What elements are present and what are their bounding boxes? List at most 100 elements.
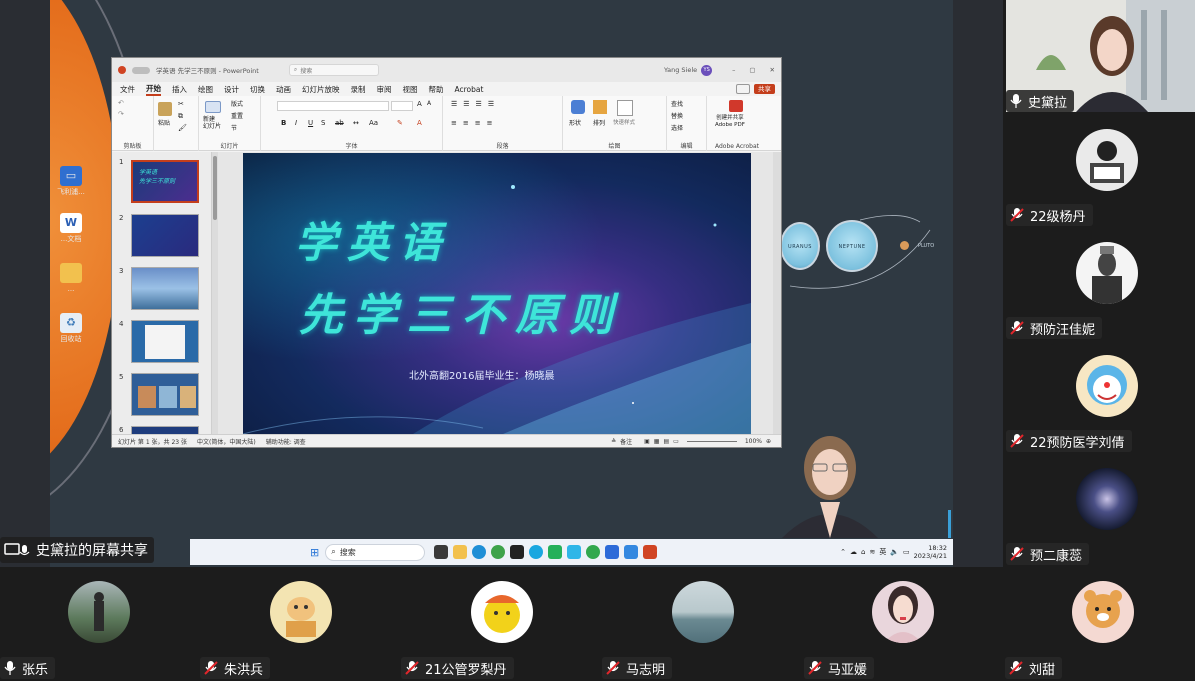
menu-help[interactable]: 帮助 [429,84,444,95]
find-button[interactable]: 查找 [671,99,683,108]
menu-transitions[interactable]: 切换 [250,84,265,95]
menu-record[interactable]: 录制 [351,84,366,95]
adobe-pdf-icon[interactable] [729,100,743,112]
participant-tile[interactable]: 预二康蕊 [1006,453,1195,565]
font-name-dropdown[interactable] [277,101,389,111]
quick-styles-icon[interactable] [617,100,633,116]
menu-animations[interactable]: 动画 [276,84,291,95]
edge-icon[interactable] [471,545,486,559]
zoom-slider[interactable] [686,440,737,442]
font-color-icon[interactable]: A [417,119,422,127]
battery-icon[interactable]: ▭ [903,548,910,556]
wechat-icon[interactable] [585,545,600,559]
desktop-icon-folder[interactable]: ... [56,263,86,293]
maximize-icon[interactable]: ▢ [749,66,755,74]
shadow-icon[interactable]: S [321,119,325,127]
menu-draw[interactable]: 绘图 [198,84,213,95]
slide-thumbnail-5[interactable] [131,373,199,416]
shapes-icon[interactable] [571,100,585,114]
menu-slideshow[interactable]: 幻灯片放映 [302,84,340,95]
task-view-icon[interactable] [433,545,448,559]
minimize-icon[interactable]: – [732,66,735,74]
volume-icon[interactable]: 🔈 [890,548,899,556]
thumbnail-scrollbar[interactable] [212,152,218,435]
reading-view-icon[interactable]: ▤ [663,438,669,445]
undo-icon[interactable]: ↶ [118,99,124,107]
new-slide-icon[interactable] [205,101,221,113]
menu-file[interactable]: 文件 [120,84,135,95]
reset-button[interactable]: 重置 [231,111,243,120]
menu-view[interactable]: 视图 [403,84,418,95]
slide-thumbnail-2[interactable] [131,214,199,257]
slide-thumbnail-1[interactable]: 学英语 先学三不原则 [131,160,199,203]
participant-tile[interactable]: 马志明 [602,569,798,681]
notes-icon[interactable]: ≙ [611,438,616,445]
replace-button[interactable]: 替换 [671,111,683,120]
taskbar-search[interactable]: ⌕ 搜索 [325,543,426,561]
explorer-icon[interactable] [452,545,467,559]
select-button[interactable]: 选择 [671,123,683,132]
align-icons[interactable]: ≡≡≡≡ [451,119,498,127]
slideshow-icon[interactable]: ▭ [673,438,679,445]
participant-tile[interactable]: 刘甜 [1005,569,1195,681]
menu-insert[interactable]: 插入 [172,84,187,95]
network-icon[interactable]: ⌂ [861,548,865,556]
list-icons[interactable]: ☰☰☰☰ [451,100,500,108]
cut-icon[interactable]: ✂ [178,100,184,108]
strikethrough-icon[interactable]: ab [335,119,344,127]
meeting-app-icon[interactable] [623,545,638,559]
ppt-search-box[interactable]: ⌕ 搜索 [288,64,379,76]
highlight-icon[interactable]: ✎ [397,119,403,127]
ppt-titlebar[interactable]: 学英语 先学三不原则 - PowerPoint ⌕ 搜索 Yang Siele … [112,58,781,82]
chevron-up-icon[interactable]: ⌃ [840,548,846,556]
sorter-view-icon[interactable]: ▦ [654,438,660,445]
close-icon[interactable]: ✕ [770,66,775,74]
powerpoint-window[interactable]: 学英语 先学三不原则 - PowerPoint ⌕ 搜索 Yang Siele … [111,57,782,448]
app-icon[interactable] [566,545,581,559]
normal-view-icon[interactable]: ▣ [644,438,650,445]
desktop-icon-monitor[interactable]: ▭ 飞利浦... [56,166,86,196]
desktop-icon-recycle[interactable]: ♻ 回收站 [56,313,86,343]
redo-icon[interactable]: ↷ [118,110,124,118]
underline-icon[interactable]: U [308,119,313,127]
format-painter-icon[interactable]: 🖌 [178,124,187,132]
app-icon[interactable] [547,545,562,559]
share-button[interactable]: 共享 [754,84,775,94]
language-indicator[interactable]: 中文(简体，中国大陆) [197,437,256,446]
app-icon[interactable] [604,545,619,559]
cloud-icon[interactable]: ☁ [850,548,857,556]
menu-home[interactable]: 开始 [146,83,161,96]
increase-font-icon[interactable]: A [417,100,422,108]
font-size-dropdown[interactable] [391,101,413,111]
notes-button[interactable]: 备注 [620,437,632,446]
chrome-icon[interactable] [490,545,505,559]
section-button[interactable]: 节 [231,123,237,132]
layout-button[interactable]: 版式 [231,99,243,108]
current-slide[interactable]: 学英语 先学三不原则 北外高翻2016届毕业生：杨晓晨 [243,153,751,434]
participant-tile[interactable]: 朱洪兵 [200,569,396,681]
menu-review[interactable]: 审阅 [377,84,392,95]
italic-icon[interactable]: I [295,119,297,127]
zoom-level[interactable]: 100% [745,438,762,445]
menu-acrobat[interactable]: Acrobat [455,85,484,94]
fit-slide-icon[interactable]: ⊕ [766,438,771,445]
autosave-toggle[interactable] [132,66,150,74]
menu-design[interactable]: 设计 [224,84,239,95]
powerpoint-taskbar-icon[interactable] [642,545,657,559]
spacing-icon[interactable]: ↔ [353,119,359,127]
participant-tile[interactable]: 史黛拉 [1006,0,1195,112]
participant-tile[interactable]: 预防汪佳妮 [1006,227,1195,339]
accessibility-indicator[interactable]: 辅助功能: 调查 [266,437,306,446]
arrange-icon[interactable] [593,100,607,114]
comments-icon[interactable] [736,84,750,94]
bold-icon[interactable]: B [281,119,286,127]
ime-indicator[interactable]: 英 [879,547,886,557]
slide-thumbnail-3[interactable] [131,267,199,310]
participant-tile[interactable]: 22预防医学刘倩 [1006,340,1195,452]
case-icon[interactable]: Aa [369,119,378,127]
copy-icon[interactable]: ⧉ [178,112,183,121]
participant-tile[interactable]: 22级杨丹 [1006,114,1195,226]
taskbar-clock[interactable]: 18:32 2023/4/21 [914,544,947,560]
app-icon[interactable] [528,545,543,559]
start-icon[interactable]: ⊞ [310,546,319,559]
